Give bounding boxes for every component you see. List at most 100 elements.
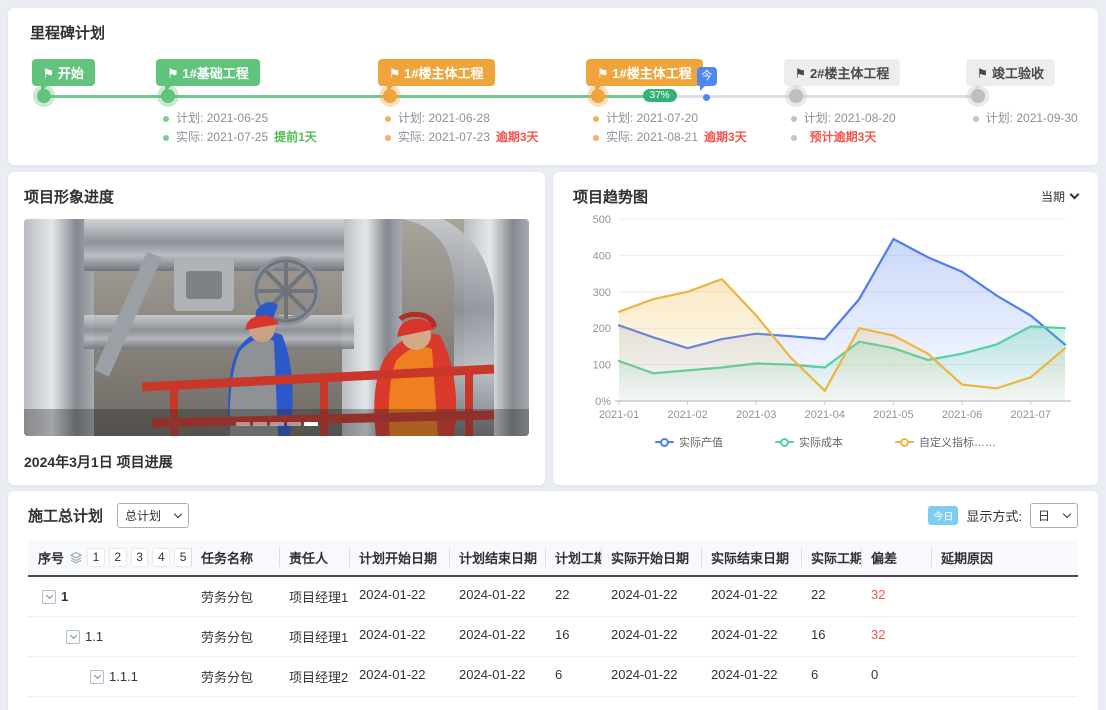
row-expand-toggle[interactable]: [66, 630, 80, 644]
expand-level-button-1[interactable]: 1: [88, 549, 104, 566]
cell-plan_end: 2024-01-22: [449, 657, 545, 696]
column-header-7: 实际开始日期: [601, 540, 701, 575]
expand-level-button-4[interactable]: 4: [153, 549, 169, 566]
milestone-flag-badge: ⚑ 2#楼主体工程: [784, 59, 901, 86]
milestone-date-text: 实际: 2021-08-21: [606, 128, 698, 147]
milestone-dot: [971, 89, 985, 103]
chevron-down-icon: [1070, 190, 1080, 200]
row-expand-toggle[interactable]: [42, 590, 56, 604]
cell-plan_end: 2024-01-22: [449, 617, 545, 656]
cell-act_start: 2024-01-22: [601, 657, 701, 696]
cell-act_end: 2024-01-22: [701, 577, 801, 616]
column-header-11: 延期原因: [931, 540, 1078, 575]
legend-label: 自定义指标……: [919, 434, 996, 450]
legend-marker-icon: [775, 438, 794, 447]
date-dot-icon: [593, 116, 599, 122]
legend-item-2[interactable]: 实际成本: [775, 434, 843, 450]
chevron-down-icon: [174, 510, 182, 518]
cell-reason: [931, 577, 1078, 616]
task-id-cell: 1: [28, 577, 191, 616]
milestone-dot: [383, 89, 397, 103]
period-dropdown-value: 当期: [1041, 188, 1065, 205]
today-dot: [703, 94, 710, 101]
svg-text:2021-01: 2021-01: [599, 409, 639, 421]
milestone-date-text: 计划: 2021-07-20: [606, 109, 698, 128]
milestone-dot: [591, 89, 605, 103]
cell-deviation: 0: [861, 657, 931, 696]
cell-act_days: 6: [801, 657, 861, 696]
chart-title: 项目趋势图: [573, 186, 648, 207]
milestone-flag-badge: ⚑ 竣工验收: [966, 59, 1055, 86]
svg-text:100: 100: [593, 360, 611, 372]
display-mode-select[interactable]: 日: [1030, 503, 1078, 528]
cell-reason: [931, 697, 1078, 710]
progress-percent-badge: 37%: [643, 89, 677, 102]
table-title: 施工总计划: [28, 505, 103, 526]
column-header-8: 实际结束日期: [701, 540, 801, 575]
milestone-dot: [161, 89, 175, 103]
table-row-1.1.2: 1.1.2劳务分包项目经理32024-01-222024-01-2252024-…: [28, 697, 1078, 710]
carousel-dash-2[interactable]: [253, 422, 267, 426]
milestone-delta: 提前1天: [274, 128, 317, 147]
cell-task: 劳务分包: [191, 577, 279, 616]
milestone-label: 竣工验收: [992, 66, 1044, 81]
period-dropdown[interactable]: 当期: [1041, 188, 1078, 205]
carousel-dash-1[interactable]: [236, 422, 250, 426]
cell-deviation: 32: [861, 617, 931, 656]
column-header-5: 计划结束日期: [449, 540, 545, 575]
date-dot-icon: [593, 135, 599, 141]
date-dot-icon: [163, 135, 169, 141]
svg-text:2021-07: 2021-07: [1011, 409, 1051, 421]
legend-item-1[interactable]: 实际产值: [655, 434, 723, 450]
task-id: 1.1: [85, 629, 103, 644]
legend-marker-icon: [895, 438, 914, 447]
milestone-date-line: 计划: 2021-09-30: [973, 109, 1078, 128]
column-header-label: 实际结束日期: [711, 548, 789, 567]
cell-owner: 项目经理2: [279, 657, 349, 696]
today-badge[interactable]: 今日: [928, 506, 958, 525]
cell-plan_days: 5: [545, 697, 601, 710]
milestone-label: 开始: [58, 66, 84, 81]
milestone-delta: 逾期3天: [704, 128, 747, 147]
expand-level-button-3[interactable]: 3: [132, 549, 148, 566]
cell-task: 劳务分包: [191, 617, 279, 656]
carousel-dash-3[interactable]: [270, 422, 284, 426]
column-header-label: 任务名称: [201, 548, 253, 567]
column-header-label: 实际工期: [811, 548, 861, 567]
carousel-dash-5[interactable]: [304, 422, 318, 426]
cell-plan_days: 6: [545, 657, 601, 696]
cell-owner: 项目经理1: [279, 577, 349, 616]
cell-task: 劳务分包: [191, 697, 279, 710]
plan-type-value: 总计划: [125, 507, 161, 524]
flag-icon: ⚑: [43, 66, 58, 81]
svg-text:400: 400: [593, 250, 611, 262]
svg-text:300: 300: [593, 287, 611, 299]
cell-plan_end: 2024-01-22: [449, 577, 545, 616]
milestone-timeline: 37%今⚑ 开始⚑ 1#基础工程计划: 2021-06-25实际: 2021-0…: [30, 59, 1076, 165]
expand-level-button-2[interactable]: 2: [110, 549, 126, 566]
column-header-6: 计划工期: [545, 540, 601, 575]
photo-card-title: 项目形象进度: [24, 186, 529, 207]
dashboard-page: 里程碑计划 37%今⚑ 开始⚑ 1#基础工程计划: 2021-06-25实际: …: [0, 0, 1106, 710]
site-photo: [24, 219, 529, 436]
task-id: 1: [61, 589, 68, 604]
column-header-label: 责任人: [289, 548, 328, 567]
date-dot-icon: [791, 135, 797, 141]
column-header-label: 序号: [38, 548, 64, 567]
display-mode-label: 显示方式:: [966, 506, 1022, 525]
plan-type-select[interactable]: 总计划: [117, 503, 189, 528]
milestone-card: 里程碑计划 37%今⚑ 开始⚑ 1#基础工程计划: 2021-06-25实际: …: [8, 8, 1098, 165]
date-dot-icon: [163, 116, 169, 122]
milestone-title: 里程碑计划: [30, 22, 1076, 43]
cell-act_start: 2024-01-22: [601, 697, 701, 710]
milestone-dot: [789, 89, 803, 103]
row-expand-toggle[interactable]: [90, 670, 104, 684]
table-row-1.1.1: 1.1.1劳务分包项目经理22024-01-222024-01-2262024-…: [28, 657, 1078, 697]
column-header-9: 实际工期: [801, 540, 861, 575]
svg-text:2021-04: 2021-04: [805, 409, 845, 421]
cell-plan_start: 2024-01-22: [349, 657, 449, 696]
expand-level-button-5[interactable]: 5: [175, 549, 191, 566]
milestone-flag-badge: ⚑ 开始: [32, 59, 95, 86]
carousel-dash-4[interactable]: [287, 422, 301, 426]
legend-item-3[interactable]: 自定义指标……: [895, 434, 996, 450]
